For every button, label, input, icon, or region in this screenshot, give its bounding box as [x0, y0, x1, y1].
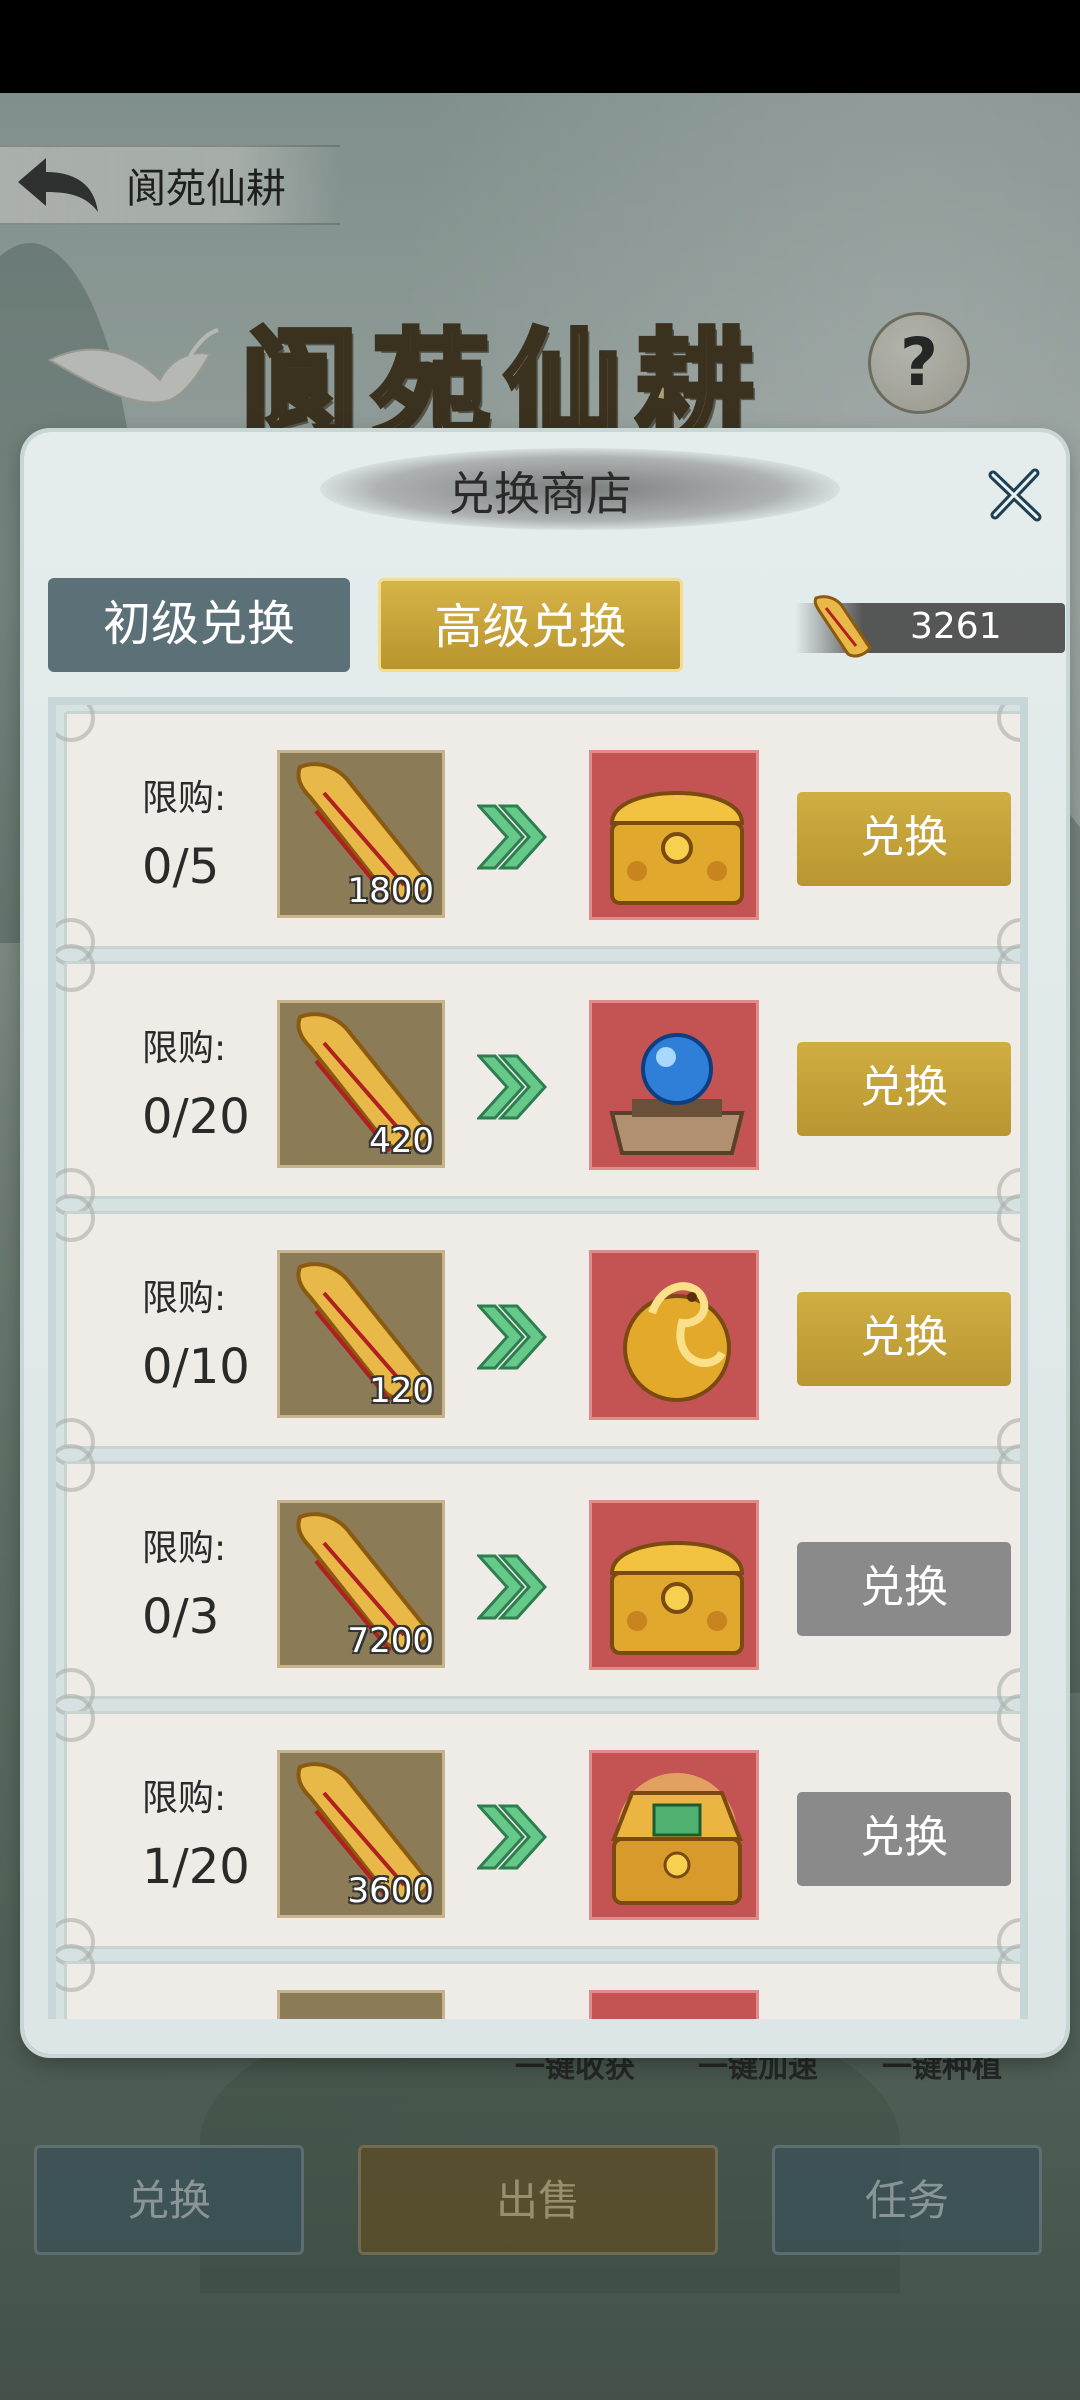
golden-pet-icon [623, 1282, 731, 1402]
limit-value: 0/20 [142, 1089, 250, 1145]
limit-value: 1/20 [142, 1839, 250, 1895]
double-chevron-right-icon [477, 1304, 547, 1370]
exchange-button[interactable]: 兑换 [797, 1292, 1011, 1386]
golden-chest-icon [609, 791, 745, 905]
limit-value: 0/3 [142, 1589, 220, 1645]
list-item: 限购: 0/5 1800 兑换 [56, 705, 1020, 966]
cost-amount: 420 [369, 1121, 434, 1161]
cost-item: 420 [277, 1000, 445, 1168]
currency-value: 3261 [910, 606, 1002, 647]
reward-item [589, 1990, 759, 2019]
exchange-button[interactable]: 兑换 [797, 1542, 1011, 1636]
cost-amount: 7200 [347, 1621, 434, 1661]
cost-amount: 120 [369, 1371, 434, 1411]
golden-chest-icon [609, 1541, 745, 1655]
reward-item[interactable] [589, 1250, 759, 1420]
cost-item [277, 1990, 445, 2019]
double-chevron-right-icon [477, 1054, 547, 1120]
exchange-button[interactable]: 兑换 [797, 1792, 1011, 1886]
cost-item: 120 [277, 1250, 445, 1418]
exchange-list[interactable]: 限购: 0/5 1800 兑换 限购: 0/20 420 兑换 限购: 0/10… [48, 697, 1028, 2019]
list-item: 限购: 0/20 420 兑换 [56, 944, 1020, 1216]
close-icon[interactable] [985, 465, 1045, 525]
limit-label: 限购: [142, 1528, 227, 1569]
double-chevron-right-icon [477, 1804, 547, 1870]
list-item-partial [56, 1944, 1020, 2019]
reward-item[interactable] [589, 1000, 759, 1170]
treasure-chest-open-icon [611, 1773, 743, 1905]
reward-item[interactable] [589, 1750, 759, 1920]
cost-item: 7200 [277, 1500, 445, 1668]
cost-item: 1800 [277, 750, 445, 918]
tab-basic-exchange[interactable]: 初级兑换 [48, 578, 350, 672]
cost-amount: 1800 [347, 871, 434, 911]
reward-item[interactable] [589, 750, 759, 920]
cost-amount: 3600 [347, 1871, 434, 1911]
double-chevron-right-icon [477, 1554, 547, 1620]
tab-advanced-exchange[interactable]: 高级兑换 [378, 578, 683, 672]
scroll-icon [813, 595, 872, 658]
limit-value: 0/10 [142, 1339, 250, 1395]
list-item: 限购: 0/10 120 兑换 [56, 1194, 1020, 1466]
modal-title: 兑换商店 [448, 467, 632, 521]
double-chevron-right-icon [477, 804, 547, 870]
blue-orb-icon [609, 1033, 745, 1155]
cost-item: 3600 [277, 1750, 445, 1918]
limit-value: 0/5 [142, 839, 220, 895]
limit-label: 限购: [142, 1778, 227, 1819]
list-item: 限购: 0/3 7200 兑换 [56, 1444, 1020, 1716]
limit-label: 限购: [142, 1278, 227, 1319]
list-item: 限购: 1/20 3600 兑换 [56, 1694, 1020, 1966]
limit-label: 限购: [142, 1028, 227, 1069]
status-bar [0, 0, 1080, 93]
reward-item[interactable] [589, 1500, 759, 1670]
exchange-button[interactable]: 兑换 [797, 792, 1011, 886]
exchange-button[interactable]: 兑换 [797, 1042, 1011, 1136]
limit-label: 限购: [142, 778, 227, 819]
